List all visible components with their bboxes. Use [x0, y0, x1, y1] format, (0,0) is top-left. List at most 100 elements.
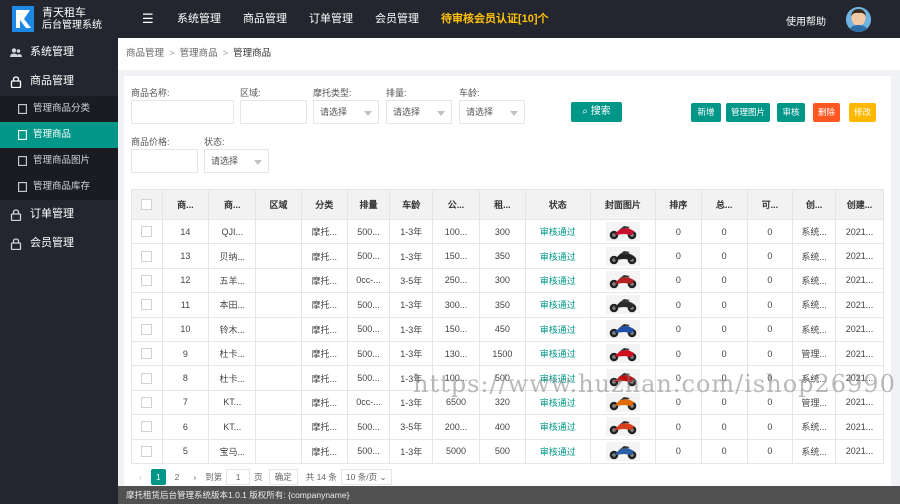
sidebar-item-orders[interactable]: 订单管理 — [0, 200, 118, 229]
row-checkbox[interactable] — [141, 348, 153, 360]
breadcrumb-item[interactable]: 商品管理 — [126, 48, 164, 59]
name-filter-input[interactable] — [131, 100, 234, 124]
app-logo[interactable]: 青天租车 后台管理系统 — [12, 5, 118, 33]
table-row[interactable]: 14 QJI... 摩托... 500... 1-3年 100... 300 审核通过 0 0 0 系… — [131, 218, 884, 245]
table-row[interactable]: 5 宝马... 摩托... 500... 1-3年 5000 500 审核通过 0 0 0 系统...… — [131, 438, 884, 464]
table-row[interactable]: 6 KT... 摩托... 500... 3-5年 200... 400 审核通过 0 0 0 系统.… — [131, 414, 884, 440]
page-2[interactable]: 2 — [170, 469, 185, 485]
column-header[interactable]: 创建... — [835, 189, 884, 220]
table-row[interactable]: 13 贝纳... 摩托... 500... 1-3年 150... 350 审核通过 0 0 0 系统… — [131, 243, 884, 269]
menu-toggle-icon[interactable]: ☰ — [142, 11, 154, 27]
sidebar-item-members[interactable]: 会员管理 — [0, 229, 118, 258]
breadcrumb-item[interactable]: 管理商品 — [180, 48, 218, 59]
topnav-goods[interactable]: 商品管理 — [243, 0, 287, 38]
table-cell: 0 — [746, 267, 794, 294]
motorcycle-cover-image[interactable] — [605, 344, 640, 364]
table-cell: 2021... — [835, 218, 884, 245]
price-filter-input[interactable] — [131, 149, 198, 173]
topnav-members[interactable]: 会员管理 — [375, 0, 419, 38]
row-checkbox[interactable] — [141, 250, 153, 262]
column-header[interactable]: 可... — [746, 189, 794, 220]
select-all-cell — [131, 189, 163, 220]
next-page-icon[interactable]: › — [188, 469, 201, 485]
motorcycle-cover-image[interactable] — [605, 295, 640, 315]
row-checkbox[interactable] — [141, 299, 153, 311]
motorcycle-cover-image[interactable] — [605, 246, 640, 266]
table-row[interactable]: 12 五羊... 摩托... 0cc-... 3-5年 250... 300 审核通过 0 0 0 系… — [131, 267, 884, 294]
review-button[interactable]: 审核 — [777, 103, 805, 122]
column-header[interactable]: 商... — [161, 189, 210, 220]
column-header[interactable]: 商... — [208, 189, 257, 220]
prev-page-icon[interactable]: ‹ — [134, 469, 147, 485]
column-header[interactable]: 排量 — [346, 189, 391, 220]
table-cell: 贝纳... — [208, 243, 257, 269]
goto-page-input[interactable]: 1 — [226, 469, 251, 485]
displacement-label: 排量: — [386, 88, 407, 98]
sidebar-sub-stock[interactable]: 管理商品库存 — [0, 174, 118, 200]
help-link[interactable]: 使用帮助 — [786, 13, 826, 28]
column-header[interactable]: 总... — [700, 189, 748, 220]
goto-confirm-button[interactable]: 确定 — [268, 469, 298, 485]
table-cell: 0 — [746, 414, 794, 440]
table-cell: 0 — [654, 316, 702, 342]
row-checkbox[interactable] — [141, 445, 153, 457]
status-badge: 审核通过 — [524, 340, 591, 367]
motorcycle-cover-image[interactable] — [605, 319, 640, 339]
region-filter-input[interactable] — [240, 100, 307, 124]
cover-image-cell — [589, 438, 656, 464]
age-select[interactable]: 请选择 — [459, 100, 525, 124]
table-row[interactable]: 11 本田... 摩托... 500... 1-3年 300... 350 审核通过 0 0 0 系统… — [131, 292, 884, 318]
table-cell: 0 — [700, 218, 748, 245]
column-header[interactable]: 公... — [432, 189, 480, 220]
select-all-checkbox[interactable] — [141, 199, 153, 211]
sidebar-sub-categories[interactable]: 管理商品分类 — [0, 96, 118, 122]
row-checkbox[interactable] — [141, 226, 153, 238]
motorcycle-cover-image[interactable] — [605, 222, 640, 242]
table-cell: 系统... — [792, 218, 837, 245]
column-header[interactable]: 车龄 — [389, 189, 434, 220]
sidebar-sub-goods[interactable]: 管理商品 — [0, 122, 118, 148]
sidebar-sub-images[interactable]: 管理商品图片 — [0, 148, 118, 174]
motorcycle-cover-image[interactable] — [605, 270, 640, 290]
topnav-orders[interactable]: 订单管理 — [309, 0, 353, 38]
displacement-select[interactable]: 请选择 — [386, 100, 452, 124]
table-row[interactable]: 10 铃木... 摩托... 500... 1-3年 150... 450 审核通过 0 0 0 系统… — [131, 316, 884, 342]
page-size-value: 10 条/页 — [345, 472, 378, 482]
sidebar-item-label: 订单管理 — [30, 208, 74, 220]
column-header[interactable]: 状态 — [524, 189, 591, 220]
row-checkbox[interactable] — [141, 372, 153, 384]
delete-button[interactable]: 删除 — [813, 103, 840, 122]
column-header[interactable]: 区域 — [255, 189, 302, 220]
row-checkbox[interactable] — [141, 421, 153, 433]
column-header[interactable]: 租... — [478, 189, 526, 220]
page-size-select[interactable]: 10 条/页 ⌄ — [340, 469, 392, 485]
motorcycle-cover-image[interactable] — [605, 441, 640, 461]
table-cell: 0 — [654, 414, 702, 440]
watermark: https://www.huzhan.com/ishop26990 — [413, 370, 896, 398]
avatar[interactable] — [846, 7, 871, 32]
table-cell: 0cc-... — [346, 389, 391, 416]
motorcycle-cover-image[interactable] — [605, 417, 640, 437]
column-header[interactable]: 封面图片 — [589, 189, 656, 220]
page-1[interactable]: 1 — [150, 469, 166, 485]
moto-type-select[interactable]: 请选择 — [313, 100, 379, 124]
column-header[interactable]: 创... — [792, 189, 837, 220]
table-row[interactable]: 9 杜卡... 摩托... 500... 1-3年 130... 1500 审核通过 0 0 0 管理… — [131, 340, 884, 367]
topnav-system[interactable]: 系统管理 — [177, 0, 221, 38]
pending-review-link[interactable]: 待审核会员认证[10]个 — [441, 0, 549, 38]
row-checkbox[interactable] — [141, 323, 153, 335]
status-select[interactable]: 请选择 — [204, 149, 269, 173]
add-button[interactable]: 新增 — [691, 103, 721, 122]
sidebar-item-system[interactable]: 系统管理 — [0, 38, 118, 67]
table-cell: 系统... — [792, 243, 837, 269]
edit-button[interactable]: 修改 — [849, 103, 876, 122]
column-header[interactable]: 分类 — [300, 189, 348, 220]
row-checkbox[interactable] — [141, 275, 153, 287]
table-cell: 0 — [700, 267, 748, 294]
table-cell: 宝马... — [208, 438, 257, 464]
manage-images-button[interactable]: 管理图片 — [726, 103, 770, 122]
row-checkbox[interactable] — [141, 396, 153, 408]
column-header[interactable]: 排序 — [654, 189, 702, 220]
search-button[interactable]: ⌕ 搜索 — [571, 102, 622, 122]
sidebar-item-goods[interactable]: 商品管理 — [0, 67, 118, 96]
